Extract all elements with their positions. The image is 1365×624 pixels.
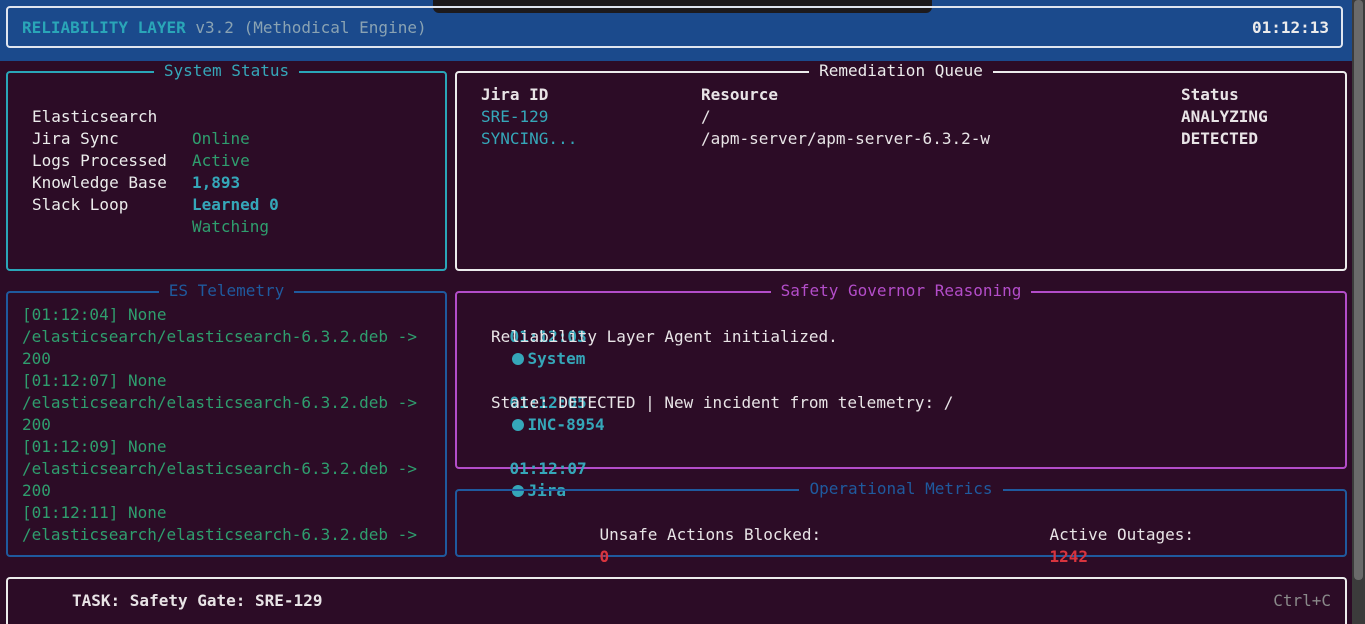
task-label: TASK: Safety Gate: SRE-129	[72, 591, 323, 610]
col-header-status: Status	[1181, 85, 1239, 104]
col-header-resource: Resource	[701, 85, 779, 104]
col-header-jira-id: Jira ID	[481, 85, 549, 104]
telemetry-line: 200	[22, 349, 51, 368]
queue-status: DETECTED	[1181, 129, 1259, 148]
scrollbar-thumb[interactable]	[1354, 0, 1363, 580]
app-name: RELIABILITY LAYER	[22, 18, 186, 37]
status-row-knowledge-base: Knowledge Base Learned 0	[32, 150, 279, 214]
metric-label: Active Outages:	[1049, 525, 1195, 544]
status-row-slack-loop: Slack Loop Watching	[32, 172, 269, 236]
status-value: Watching	[192, 217, 270, 236]
reasoning-message: State: DETECTED | New incident from tele…	[491, 393, 954, 412]
metric-value: 1242	[1049, 547, 1089, 566]
status-row-jira-sync: Jira Sync Active	[32, 106, 250, 170]
telemetry-line: [01:12:09] None	[22, 437, 167, 456]
task-bar: TASK: Safety Gate: SRE-129 Ctrl+C	[6, 577, 1347, 624]
quit-shortcut[interactable]: Ctrl+C	[1273, 590, 1331, 612]
queue-resource: /	[701, 107, 711, 126]
app-title: RELIABILITY LAYER v3.2 (Methodical Engin…	[22, 18, 427, 37]
safety-governor-title: Safety Governor Reasoning	[770, 281, 1032, 300]
status-value: 1,893	[192, 173, 241, 192]
system-status-panel: System Status Elasticsearch Online Jira …	[6, 61, 447, 271]
status-dot-icon	[511, 353, 524, 365]
app-version: v3.2 (Methodical Engine)	[195, 18, 427, 37]
es-telemetry-panel: ES Telemetry [01:12:04] None /elasticsea…	[6, 281, 447, 557]
telemetry-line: 200	[22, 415, 51, 434]
app-header: RELIABILITY LAYER v3.2 (Methodical Engin…	[6, 6, 1343, 48]
reasoning-time: 01:12:07	[509, 459, 587, 478]
telemetry-line: /elasticsearch/elasticsearch-6.3.2.deb -…	[22, 525, 417, 544]
remediation-queue-panel: Remediation Queue Jira ID Resource Statu…	[455, 61, 1347, 271]
header-clock: 01:12:13	[1251, 18, 1329, 37]
status-value: Learned 0	[192, 195, 279, 214]
status-row-logs-processed: Logs Processed 1,893	[32, 128, 240, 192]
queue-resource: /apm-server/apm-server-6.3.2-w	[701, 129, 990, 148]
status-dot-icon	[511, 419, 524, 431]
metric-label: Unsafe Actions Blocked:	[599, 525, 822, 544]
queue-jira-id[interactable]: SRE-129	[481, 106, 548, 128]
queue-status: ANALYZING	[1181, 107, 1268, 126]
remediation-queue-title: Remediation Queue	[809, 61, 993, 80]
telemetry-line: [01:12:04] None	[22, 305, 167, 324]
telemetry-line: [01:12:11] None	[22, 503, 167, 522]
status-label: Slack Loop	[32, 195, 129, 214]
status-value: Active	[192, 151, 250, 170]
status-value: Online	[192, 129, 250, 148]
reasoning-message: Reliability Layer Agent initialized.	[491, 327, 838, 346]
reasoning-source: INC-8954	[527, 415, 605, 434]
telemetry-line: /elasticsearch/elasticsearch-6.3.2.deb -…	[22, 393, 417, 412]
reasoning-source: System	[527, 349, 586, 368]
es-telemetry-title: ES Telemetry	[158, 281, 295, 300]
safety-governor-panel: Safety Governor Reasoning 01:12:03 Syste…	[455, 281, 1347, 500]
telemetry-line: /elasticsearch/elasticsearch-6.3.2.deb -…	[22, 459, 417, 478]
status-row-elasticsearch: Elasticsearch Online	[32, 84, 250, 148]
system-status-title: System Status	[153, 61, 300, 80]
operational-metrics-panel: Operational Metrics Unsafe Actions Block…	[455, 479, 1347, 566]
metric-value: 0	[599, 547, 610, 566]
telemetry-line: [01:12:07] None	[22, 371, 167, 390]
operational-metrics-title: Operational Metrics	[799, 479, 1003, 498]
queue-jira-id[interactable]: SYNCING...	[481, 128, 577, 150]
telemetry-line: /elasticsearch/elasticsearch-6.3.2.deb -…	[22, 327, 417, 346]
telemetry-line: 200	[22, 481, 51, 500]
scrollbar[interactable]	[1352, 0, 1365, 624]
